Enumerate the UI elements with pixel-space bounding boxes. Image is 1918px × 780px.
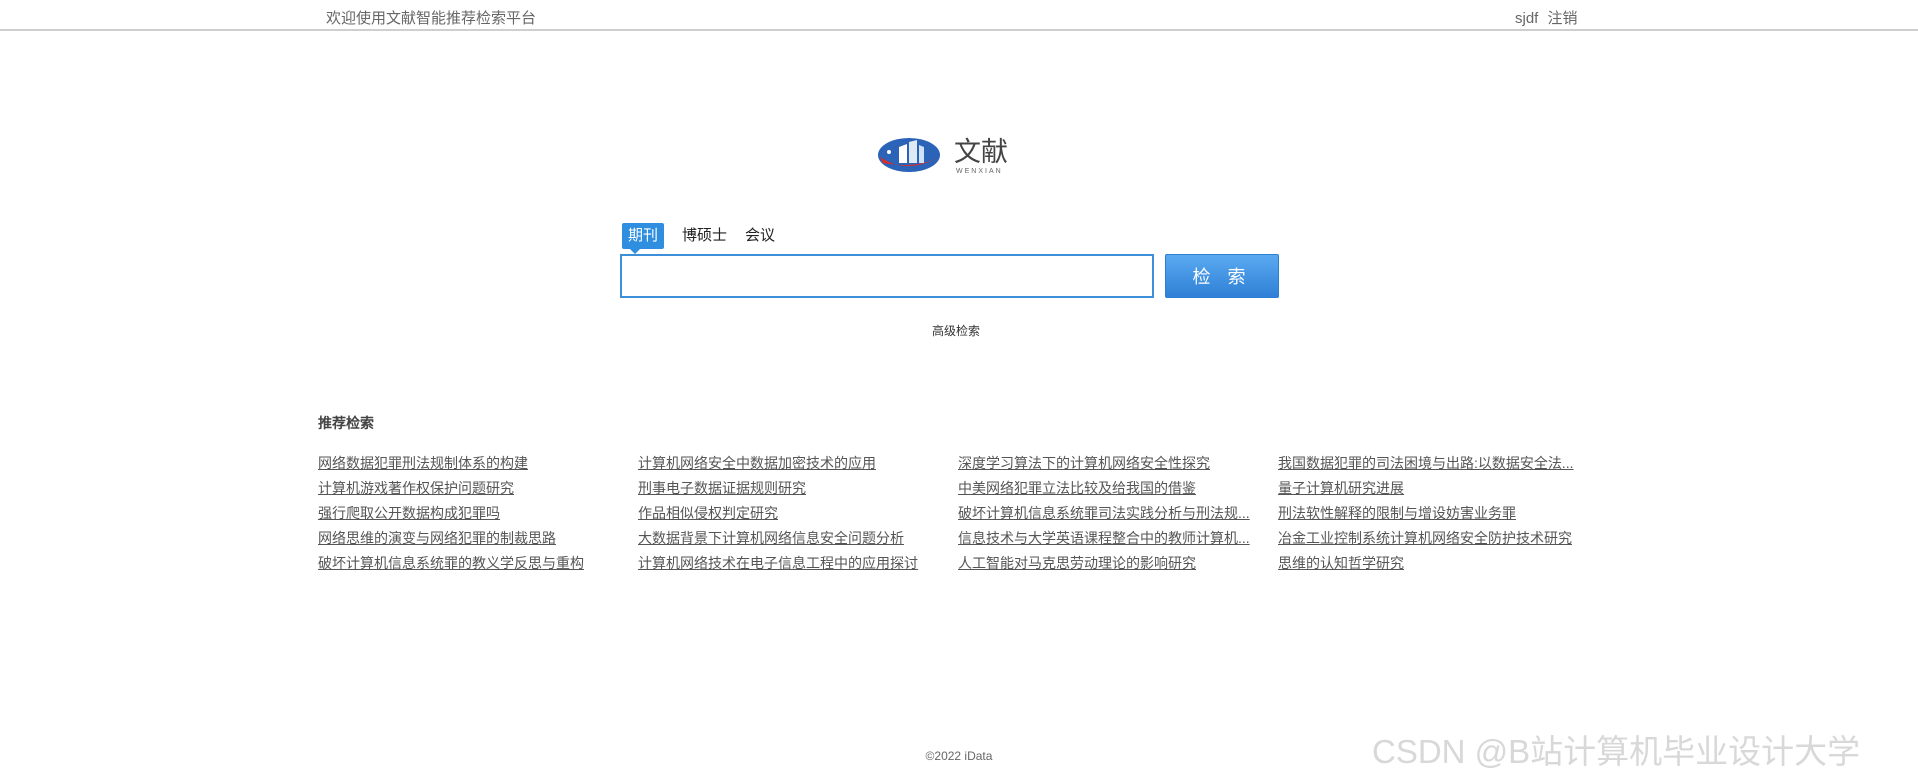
logo-subtext: WENXIAN — [956, 168, 1003, 175]
csdn-watermark: CSDN @B站计算机毕业设计大学 — [1372, 733, 1861, 770]
recommend-link[interactable]: 中美网络犯罪立法比较及给我国的借鉴 — [958, 478, 1268, 503]
logo-text: 文献 — [954, 137, 1008, 167]
advanced-search-link[interactable]: 高级检索 — [932, 322, 980, 339]
recommend-link[interactable]: 大数据背景下计算机网络信息安全问题分析 — [638, 528, 948, 553]
recommend-link[interactable]: 刑法软性解释的限制与增设妨害业务罪 — [1278, 503, 1588, 528]
top-bar: 欢迎使用文献智能推荐检索平台 sjdf 注销 — [0, 0, 1918, 31]
tab-conference[interactable]: 会议 — [745, 223, 775, 249]
tab-journal[interactable]: 期刊 — [622, 223, 665, 254]
recommend-title: 推荐检索 — [318, 415, 374, 431]
recommend-link[interactable]: 深度学习算法下的计算机网络安全性探究 — [958, 453, 1268, 478]
search-input[interactable] — [620, 254, 1154, 298]
user-area: sjdf 注销 — [1515, 7, 1578, 28]
recommend-link[interactable]: 破坏计算机信息系统罪的教义学反思与重构 — [318, 553, 628, 578]
recommend-link[interactable]: 作品相似侵权判定研究 — [638, 503, 948, 528]
recommend-column: 我国数据犯罪的司法困境与出路:以数据安全法... 量子计算机研究进展 刑法软性解… — [1278, 453, 1588, 578]
recommend-link[interactable]: 冶金工业控制系统计算机网络安全防护技术研究 — [1278, 528, 1588, 553]
logout-link[interactable]: 注销 — [1548, 10, 1578, 27]
recommend-link[interactable]: 思维的认知哲学研究 — [1278, 553, 1588, 578]
recommend-link[interactable]: 信息技术与大学英语课程整合中的教师计算机... — [958, 528, 1268, 553]
recommend-link[interactable]: 刑事电子数据证据规则研究 — [638, 478, 948, 503]
recommend-link[interactable]: 人工智能对马克思劳动理论的影响研究 — [958, 553, 1268, 578]
recommend-link[interactable]: 计算机游戏著作权保护问题研究 — [318, 478, 628, 503]
search-type-tabs: 期刊 博硕士 会议 — [622, 223, 793, 254]
recommend-link[interactable]: 网络数据犯罪刑法规制体系的构建 — [318, 453, 628, 478]
recommend-link[interactable]: 量子计算机研究进展 — [1278, 478, 1588, 503]
recommend-link[interactable]: 破坏计算机信息系统罪司法实践分析与刑法规... — [958, 503, 1268, 528]
recommend-link[interactable]: 网络思维的演变与网络犯罪的制裁思路 — [318, 528, 628, 553]
tab-thesis[interactable]: 博硕士 — [682, 223, 727, 249]
recommend-link[interactable]: 计算机网络技术在电子信息工程中的应用探讨 — [638, 553, 948, 578]
recommend-column: 深度学习算法下的计算机网络安全性探究 中美网络犯罪立法比较及给我国的借鉴 破坏计… — [958, 453, 1268, 578]
recommend-link[interactable]: 强行爬取公开数据构成犯罪吗 — [318, 503, 628, 528]
welcome-text: 欢迎使用文献智能推荐检索平台 — [326, 10, 537, 27]
recommend-column: 计算机网络安全中数据加密技术的应用 刑事电子数据证据规则研究 作品相似侵权判定研… — [638, 453, 948, 578]
wenxian-logo: 文献 WENXIAN — [877, 133, 1029, 177]
recommend-link[interactable]: 计算机网络安全中数据加密技术的应用 — [638, 453, 948, 478]
recommend-link[interactable]: 我国数据犯罪的司法困境与出路:以数据安全法... — [1278, 453, 1588, 478]
username-link[interactable]: sjdf — [1515, 10, 1538, 27]
recommend-column: 网络数据犯罪刑法规制体系的构建 计算机游戏著作权保护问题研究 强行爬取公开数据构… — [318, 453, 628, 578]
search-button[interactable]: 检 索 — [1165, 254, 1279, 298]
